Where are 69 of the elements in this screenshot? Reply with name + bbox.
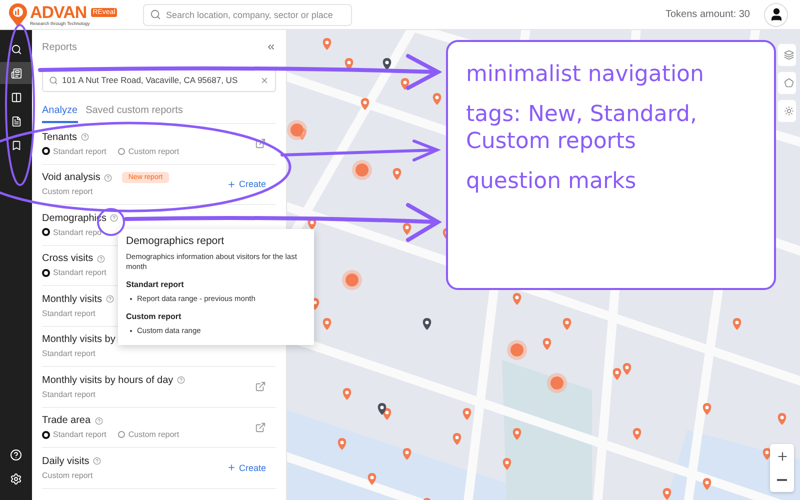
report-name: Monthly visits by hours of day — [42, 374, 174, 386]
search-field[interactable]: Search location, company, sector or place — [143, 4, 352, 26]
help-icon[interactable] — [110, 214, 118, 222]
help-icon — [10, 449, 22, 461]
layers-icon — [784, 50, 794, 60]
create-button[interactable]: Create — [226, 462, 266, 473]
report-tab[interactable]: Analyze — [42, 102, 78, 123]
report-tab[interactable]: Saved custom reports — [86, 102, 183, 123]
newspaper-icon — [10, 68, 22, 78]
help-icon[interactable] — [94, 416, 103, 425]
plus-icon — [776, 450, 788, 462]
sun-icon — [784, 106, 794, 116]
columns-icon — [10, 92, 22, 102]
report-name: Monthly visits by — [42, 334, 116, 346]
search-icon — [10, 44, 22, 54]
user-avatar[interactable] — [764, 2, 788, 26]
minus-icon — [777, 479, 787, 481]
help-icon[interactable] — [177, 376, 186, 384]
report-type: Standart report — [42, 390, 96, 399]
settings-icon — [10, 473, 22, 485]
help-icon[interactable] — [81, 133, 90, 142]
help-icon[interactable] — [97, 254, 106, 263]
report-name: Void analysis — [42, 172, 100, 184]
help-icon[interactable] — [104, 174, 112, 182]
address-field[interactable]: 101 A Nut Tree Road, Vacaville, CA 95687, US — [42, 68, 276, 92]
tooltip-title: Demographics report — [126, 235, 226, 247]
plus-icon — [226, 180, 236, 189]
search-icon — [150, 9, 161, 20]
tokens-amount: Tokens amount: 30 — [666, 9, 750, 20]
panel-title: Reports — [42, 42, 78, 52]
shape-button[interactable] — [778, 72, 796, 94]
annotation-text: minimalist navigation — [466, 62, 705, 88]
logo-wordmark: ADVAN — [30, 4, 87, 20]
tooltip-heading: Custom report — [126, 312, 182, 322]
help-icon[interactable] — [106, 295, 114, 304]
report-radio[interactable]: Standart report — [42, 146, 106, 156]
tooltip-heading: Standart report — [126, 280, 185, 290]
report-radio[interactable]: Custom report — [118, 146, 180, 156]
open-icon[interactable] — [255, 138, 266, 150]
open-icon[interactable] — [255, 381, 266, 392]
document-icon — [10, 116, 22, 126]
help-icon[interactable] — [93, 457, 102, 466]
plus-icon — [226, 463, 236, 472]
pentagon-icon — [784, 78, 794, 88]
report-nav-button[interactable] — [0, 62, 32, 84]
report-radio[interactable]: Standart repo — [42, 228, 102, 237]
search-icon — [49, 76, 58, 84]
annotation-text: question marks — [466, 169, 638, 196]
report-type: Custom report — [42, 187, 93, 196]
bookmark-icon — [10, 140, 22, 150]
report-type: Standart report — [42, 349, 96, 358]
report-radio[interactable]: Standart report — [42, 430, 106, 440]
report-name: Cross visits — [42, 253, 94, 264]
report-name: Daily visits — [42, 456, 90, 467]
layers-button[interactable] — [778, 44, 796, 66]
report-type: Custom report — [42, 470, 93, 480]
report-name: Trade area — [42, 415, 91, 426]
report-radio[interactable]: Standart report — [42, 268, 106, 278]
report-name: Monthly visits — [42, 294, 102, 305]
report-radio[interactable]: Custom report — [118, 430, 180, 440]
annotation-text: tags: New, Standard, Custom reports — [466, 102, 698, 156]
light-button[interactable] — [778, 100, 796, 122]
report-type: Standart report — [42, 308, 96, 318]
create-button[interactable]: Create — [226, 179, 266, 190]
open-icon[interactable] — [255, 422, 266, 433]
logo-pin-icon — [8, 2, 28, 26]
clear-icon[interactable] — [260, 76, 269, 84]
report-name: Tenants — [42, 132, 78, 143]
collapse-icon[interactable] — [266, 42, 276, 52]
